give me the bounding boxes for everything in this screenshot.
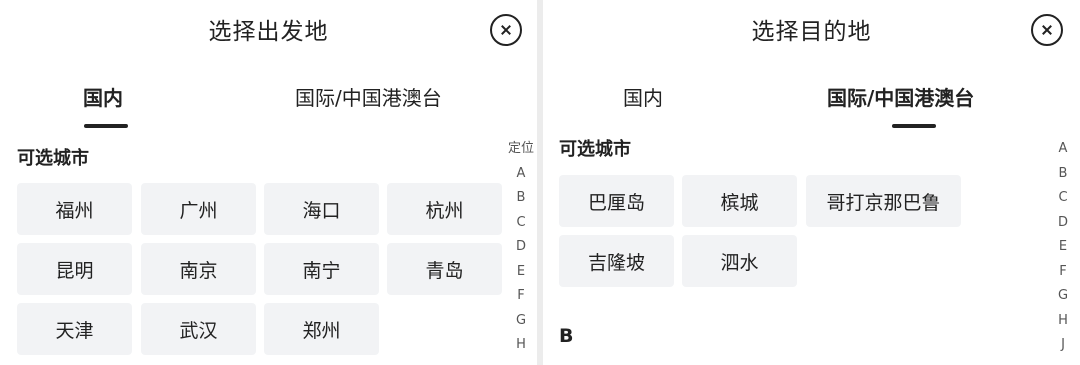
city-chip-guangzhou[interactable]: 广州 — [141, 183, 256, 235]
alphabet-index-bar[interactable]: A B C D E F G H J — [1049, 137, 1077, 358]
close-icon[interactable] — [490, 14, 522, 46]
index-item-h[interactable]: H — [1049, 309, 1077, 334]
page-title: 选择目的地 — [751, 19, 872, 45]
city-chip-nanjing[interactable]: 南京 — [141, 243, 256, 295]
city-chip-kota-kinabalu[interactable]: 哥打京那巴鲁 — [806, 175, 961, 227]
city-chip-wuhan[interactable]: 武汉 — [141, 303, 256, 355]
index-item-f[interactable]: F — [1049, 260, 1077, 285]
city-chip-hangzhou[interactable]: 杭州 — [387, 183, 502, 235]
tab-international[interactable]: 国际/中国港澳台 — [295, 82, 442, 111]
tab-domestic[interactable]: 国内 — [623, 82, 663, 111]
city-chip-haikou[interactable]: 海口 — [264, 183, 379, 235]
city-chip-penang[interactable]: 槟城 — [682, 175, 797, 227]
index-item-g[interactable]: G — [506, 309, 536, 334]
index-item-c[interactable]: C — [1049, 186, 1077, 211]
city-chip-qingdao[interactable]: 青岛 — [387, 243, 502, 295]
city-chip-bali[interactable]: 巴厘岛 — [559, 175, 674, 227]
index-item-g[interactable]: G — [1049, 284, 1077, 309]
active-tab-indicator — [84, 124, 128, 128]
group-header-b: B — [559, 325, 574, 347]
index-item-c[interactable]: C — [506, 211, 536, 236]
city-chip-surabaya[interactable]: 泗水 — [682, 235, 797, 287]
destination-picker-panel: 选择目的地 国内 国际/中国港澳台 可选城市 巴厘岛 槟城 哥打京那巴鲁 吉隆坡… — [543, 0, 1080, 365]
departure-picker-panel: 选择出发地 国内 国际/中国港澳台 可选城市 福州 广州 海口 杭州 昆明 南京… — [0, 0, 537, 365]
city-chip-tianjin[interactable]: 天津 — [17, 303, 132, 355]
index-item-b[interactable]: B — [506, 186, 536, 211]
index-item-a[interactable]: A — [506, 162, 536, 187]
tab-international[interactable]: 国际/中国港澳台 — [827, 82, 974, 111]
page-title: 选择出发地 — [208, 19, 329, 45]
index-item-f[interactable]: F — [506, 284, 536, 309]
alphabet-index-bar[interactable]: 定位 A B C D E F G H — [506, 137, 536, 358]
section-label-available-cities: 可选城市 — [17, 148, 89, 169]
index-item-d[interactable]: D — [1049, 211, 1077, 236]
index-item-locate[interactable]: 定位 — [506, 137, 536, 162]
city-chip-kunming[interactable]: 昆明 — [17, 243, 132, 295]
tab-domestic[interactable]: 国内 — [83, 82, 123, 111]
index-item-b[interactable]: B — [1049, 162, 1077, 187]
index-item-a[interactable]: A — [1049, 137, 1077, 162]
city-chip-kuala-lumpur[interactable]: 吉隆坡 — [559, 235, 674, 287]
index-item-e[interactable]: E — [506, 260, 536, 285]
city-chip-fuzhou[interactable]: 福州 — [17, 183, 132, 235]
active-tab-indicator — [892, 124, 936, 128]
section-label-available-cities: 可选城市 — [559, 139, 631, 160]
city-chip-nanning[interactable]: 南宁 — [264, 243, 379, 295]
close-icon[interactable] — [1031, 14, 1063, 46]
index-item-h[interactable]: H — [506, 333, 536, 358]
index-item-d[interactable]: D — [506, 235, 536, 260]
index-item-e[interactable]: E — [1049, 235, 1077, 260]
index-item-j[interactable]: J — [1049, 333, 1077, 358]
city-chip-zhengzhou[interactable]: 郑州 — [264, 303, 379, 355]
